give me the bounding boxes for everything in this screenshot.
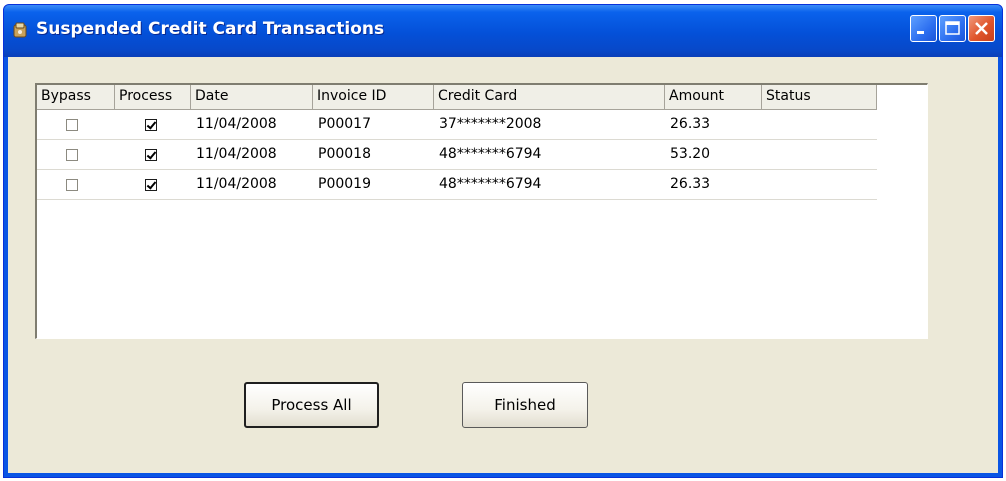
date-cell: 11/04/2008: [196, 176, 277, 192]
date-cell: 11/04/2008: [196, 146, 277, 162]
process-checkbox[interactable]: [145, 119, 157, 131]
process-all-button[interactable]: Process All: [244, 382, 379, 428]
amount-cell: 26.33: [670, 176, 711, 192]
credit-card-cell: 48*******6794: [439, 176, 542, 192]
column-header-credit-card[interactable]: Credit Card: [434, 85, 665, 110]
grid-header: Bypass Process Date Invoice ID Credit Ca…: [37, 85, 877, 110]
column-header-status[interactable]: Status: [762, 85, 877, 110]
column-header-process[interactable]: Process: [115, 85, 191, 110]
window-client-area: Bypass Process Date Invoice ID Credit Ca…: [8, 57, 998, 473]
column-header-invoice-id[interactable]: Invoice ID: [313, 85, 434, 110]
finished-button[interactable]: Finished: [462, 382, 588, 428]
process-cell: [115, 170, 191, 199]
close-icon: [975, 22, 988, 35]
window-title: Suspended Credit Card Transactions: [36, 19, 385, 39]
grid-rows: 11/04/2008 P00017 37*******2008 26.33 11…: [37, 110, 877, 200]
status-cell: [762, 170, 877, 199]
table-row[interactable]: 11/04/2008 P00017 37*******2008 26.33: [37, 110, 877, 140]
bypass-cell: [37, 170, 115, 199]
close-button[interactable]: [968, 15, 995, 42]
maximize-button[interactable]: [939, 15, 966, 42]
app-window: Suspended Credit Card Transactions Bypas…: [3, 4, 1003, 478]
table-row[interactable]: 11/04/2008 P00018 48*******6794 53.20: [37, 140, 877, 170]
transactions-grid[interactable]: Bypass Process Date Invoice ID Credit Ca…: [35, 83, 928, 339]
maximize-icon: [945, 21, 960, 35]
process-checkbox[interactable]: [145, 179, 157, 191]
invoice-id-cell: P00019: [318, 176, 371, 192]
app-icon: [13, 22, 27, 38]
status-cell: [762, 140, 877, 169]
bypass-cell: [37, 140, 115, 169]
minimize-icon: [917, 31, 924, 34]
bypass-cell: [37, 110, 115, 139]
invoice-id-cell: P00017: [318, 116, 371, 132]
column-header-bypass[interactable]: Bypass: [37, 85, 115, 110]
table-row[interactable]: 11/04/2008 P00019 48*******6794 26.33: [37, 170, 877, 200]
amount-cell: 53.20: [670, 146, 711, 162]
invoice-id-cell: P00018: [318, 146, 371, 162]
credit-card-cell: 37*******2008: [439, 116, 542, 132]
amount-cell: 26.33: [670, 116, 711, 132]
status-cell: [762, 110, 877, 139]
bypass-checkbox[interactable]: [66, 119, 78, 131]
process-cell: [115, 140, 191, 169]
column-header-date[interactable]: Date: [191, 85, 313, 110]
process-checkbox[interactable]: [145, 149, 157, 161]
credit-card-cell: 48*******6794: [439, 146, 542, 162]
title-bar[interactable]: Suspended Credit Card Transactions: [4, 5, 1002, 57]
process-cell: [115, 110, 191, 139]
minimize-button[interactable]: [910, 15, 937, 42]
bypass-checkbox[interactable]: [66, 149, 78, 161]
column-header-amount[interactable]: Amount: [665, 85, 762, 110]
date-cell: 11/04/2008: [196, 116, 277, 132]
bypass-checkbox[interactable]: [66, 179, 78, 191]
